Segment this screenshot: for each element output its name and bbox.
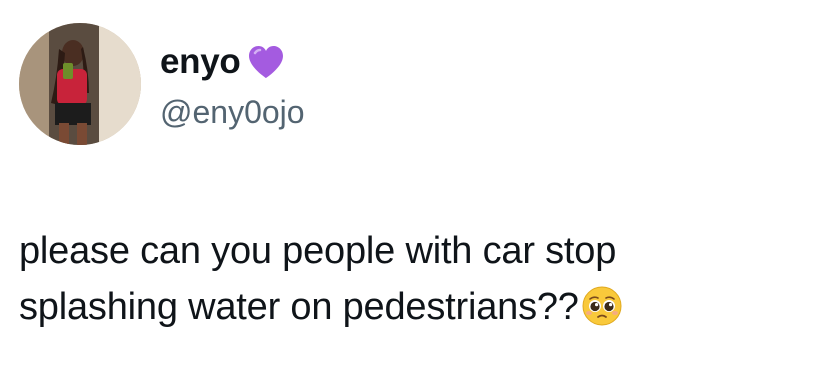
tweet-text: please can you people with car stop spla… (19, 223, 809, 335)
display-name[interactable]: enyo (160, 42, 241, 82)
pleading-face-icon (581, 285, 623, 327)
tweet-text-line: please can you people with car stop (19, 230, 617, 272)
profile-photo-icon (19, 23, 141, 145)
user-handle[interactable]: @eny0ojo (160, 94, 305, 131)
tweet-text-line: splashing water on pedestrians?? (19, 279, 809, 335)
avatar[interactable] (19, 23, 141, 145)
tweet-card: enyo @eny0ojo please can you people with… (0, 0, 828, 370)
purple-heart-icon (247, 45, 285, 79)
display-name-row: enyo (160, 40, 285, 84)
tweet-text-segment: splashing water on pedestrians?? (19, 286, 579, 328)
